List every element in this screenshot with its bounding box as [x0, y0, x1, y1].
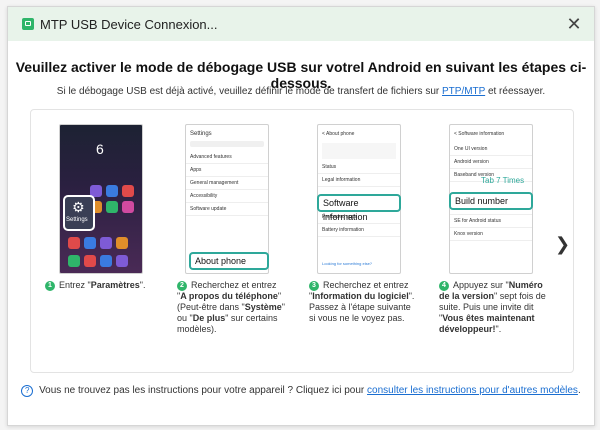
software-item: Knox version	[450, 228, 532, 241]
search-bar-placeholder	[190, 141, 264, 147]
ptp-mtp-link[interactable]: PTP/MTP	[442, 86, 485, 97]
software-info-back: < Software information	[454, 131, 505, 137]
chevron-right-icon[interactable]: ❯	[555, 234, 571, 254]
title-bar: MTP USB Device Connexion... ✕	[8, 7, 594, 41]
step-1-text: 1 Entrez "Paramètres".	[45, 280, 160, 291]
usb-app-icon	[22, 18, 34, 30]
step-bold: Vous êtes maintenant développeur!	[439, 313, 535, 334]
settings-app-highlight: ⚙ Settings	[63, 195, 95, 231]
tap-seven-times-label: Tab 7 Times	[481, 176, 525, 185]
question-circle-icon: ?	[21, 385, 34, 397]
device-info-block	[322, 143, 396, 159]
step-text: Appuyez sur "	[453, 280, 509, 290]
about-phone-highlight: About phone	[189, 252, 269, 270]
step-number: 3	[309, 281, 319, 291]
step1-screenshot: 6 ⚙ Settings	[59, 124, 143, 274]
about-item: Status	[318, 161, 400, 174]
subtitle-before: Si le débogage USB est déjà activé, veui…	[56, 86, 440, 97]
footer-text: Vous ne trouvez pas les instructions pou…	[39, 385, 365, 396]
close-icon[interactable]: ✕	[564, 14, 584, 34]
step-bold: A propos du téléphone	[180, 291, 278, 301]
about-item: Legal information	[318, 174, 400, 187]
step-bold: De plus	[192, 313, 226, 323]
step-number: 4	[439, 281, 449, 291]
step-2-text: 2 Recherchez et entrez "A propos du télép…	[177, 280, 285, 335]
looking-for-something: Looking for something else?	[322, 261, 373, 266]
window-title: MTP USB Device Connexion...	[40, 16, 218, 32]
subtitle: Si le débogage USB est déjà activé, veui…	[8, 86, 594, 97]
about-item: Battery information	[318, 224, 400, 237]
step-bold: Paramètres	[90, 280, 140, 290]
step-text: ".	[139, 280, 146, 290]
software-info-highlight: Software information	[317, 194, 401, 222]
settings-title: Settings	[190, 131, 212, 137]
settings-item: General management	[186, 177, 268, 190]
step-3-text: 3 Recherchez et entrez "Information du lo…	[309, 280, 417, 324]
build-number-highlight: Build number	[449, 192, 533, 210]
step-4-text: 4 Appuyez sur "Numéro de la version" sept…	[439, 280, 551, 335]
software-item: Android version	[450, 156, 532, 169]
dialog-window: MTP USB Device Connexion... ✕ Veuillez a…	[7, 6, 595, 426]
software-item: SE for Android status	[450, 215, 532, 228]
settings-item: Software update	[186, 203, 268, 216]
step-text: Entrez "	[59, 280, 91, 290]
settings-item: Advanced features	[186, 151, 268, 164]
steps-panel: 6 ⚙ Settings Settings Advanced features …	[30, 109, 574, 373]
footer-help: ? Vous ne trouvez pas les instructions p…	[8, 385, 594, 397]
clock-time: 6	[96, 141, 104, 157]
about-phone-back: < About phone	[322, 131, 355, 137]
software-item: One UI version	[450, 143, 532, 156]
step-bold: Information du logiciel	[312, 291, 409, 301]
settings-item: Accessibility	[186, 190, 268, 203]
gear-icon: ⚙	[72, 199, 85, 215]
step-text: ".	[495, 324, 502, 334]
other-models-link[interactable]: consulter les instructions pour d'autres…	[367, 385, 578, 396]
step-bold: Système	[244, 302, 282, 312]
settings-app-label: Settings	[66, 217, 88, 223]
footer-after: .	[577, 385, 581, 396]
settings-item: Apps	[186, 164, 268, 177]
step-number: 2	[177, 281, 187, 291]
step-number: 1	[45, 281, 55, 291]
subtitle-after: et réessayer.	[487, 86, 546, 97]
